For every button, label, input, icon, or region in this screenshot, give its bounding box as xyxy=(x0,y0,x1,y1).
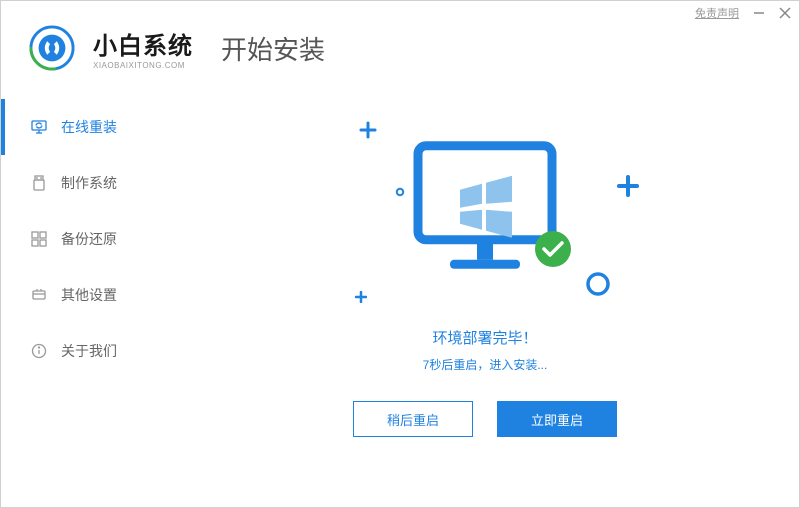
titlebar: 免责声明 xyxy=(1,1,799,25)
info-icon xyxy=(31,343,47,359)
brand-url: XIAOBAIXITONG.COM xyxy=(93,61,193,70)
header: 小白系统 XIAOBAIXITONG.COM 开始安装 xyxy=(1,25,799,89)
status-subtitle: 7秒后重启，进入安装... xyxy=(423,356,548,373)
restart-later-button[interactable]: 稍后重启 xyxy=(353,401,473,437)
brand-name: 小白系统 xyxy=(93,26,193,61)
close-icon[interactable] xyxy=(779,7,791,19)
restart-now-button[interactable]: 立即重启 xyxy=(497,401,617,437)
monitor-refresh-icon xyxy=(31,119,47,135)
sidebar-item-label: 备份还原 xyxy=(61,229,117,249)
brand: 小白系统 XIAOBAIXITONG.COM xyxy=(93,26,193,70)
body: 在线重装 制作系统 备份还原 其他设置 关于我们 xyxy=(1,89,799,507)
sidebar-item-label: 制作系统 xyxy=(61,173,117,193)
button-row: 稍后重启 立即重启 xyxy=(353,401,617,437)
page-title: 开始安装 xyxy=(221,30,325,67)
circle-decoration-icon xyxy=(395,187,405,197)
app-window: 免责声明 小白系统 XIAOBAIXITONG.COM 开始安装 在线重装 制作… xyxy=(0,0,800,508)
illustration xyxy=(325,129,645,309)
plus-decoration-icon xyxy=(617,175,639,197)
circle-decoration-icon xyxy=(585,271,611,297)
plus-decoration-icon xyxy=(359,121,377,139)
sidebar-item-reinstall[interactable]: 在线重装 xyxy=(1,99,171,155)
backup-icon xyxy=(31,231,47,247)
plus-decoration-icon xyxy=(355,291,367,303)
status-title: 环境部署完毕！ xyxy=(432,327,537,348)
sidebar-item-label: 其他设置 xyxy=(61,285,117,305)
success-check-icon xyxy=(533,229,573,269)
sidebar: 在线重装 制作系统 备份还原 其他设置 关于我们 xyxy=(1,89,171,507)
app-logo-icon xyxy=(29,25,75,71)
sidebar-item-backup[interactable]: 备份还原 xyxy=(1,211,171,267)
minimize-icon[interactable] xyxy=(753,7,765,19)
sidebar-item-label: 关于我们 xyxy=(61,341,117,361)
disclaimer-link[interactable]: 免责声明 xyxy=(695,5,739,21)
settings-icon xyxy=(31,287,47,303)
sidebar-item-create[interactable]: 制作系统 xyxy=(1,155,171,211)
usb-icon xyxy=(31,175,47,191)
sidebar-item-about[interactable]: 关于我们 xyxy=(1,323,171,379)
main-content: 环境部署完毕！ 7秒后重启，进入安装... 稍后重启 立即重启 xyxy=(171,89,799,507)
sidebar-item-settings[interactable]: 其他设置 xyxy=(1,267,171,323)
sidebar-item-label: 在线重装 xyxy=(61,117,117,137)
